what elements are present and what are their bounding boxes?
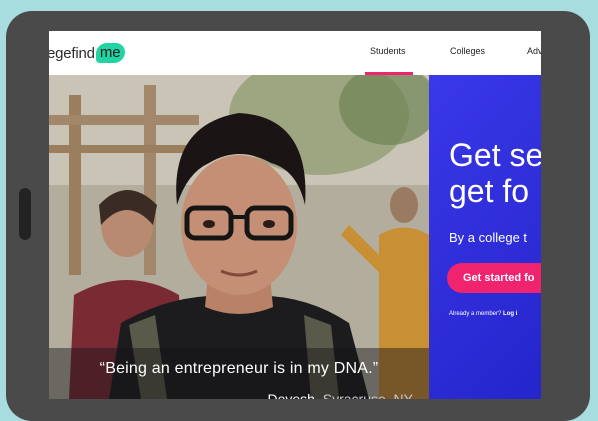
nav-item-students[interactable]: Students (370, 46, 406, 56)
logo-blob: me (95, 43, 125, 63)
member-login-prompt: Already a member? Log i (449, 311, 517, 317)
member-prefix: Already a member? (449, 311, 502, 317)
headline-line-1: Get se (449, 137, 541, 173)
tablet-screen: egefind me Students Colleges Adv “Being … (49, 31, 541, 399)
testimonial-quote: “Being an entrepreneur is in my DNA.” (99, 360, 379, 377)
nav-item-colleges[interactable]: Colleges (450, 46, 485, 56)
hero-photo: “Being an entrepreneur is in my DNA.” De… (49, 75, 429, 399)
site-logo[interactable]: egefind me (49, 42, 125, 64)
panel-headline: Get se get fo (449, 137, 541, 209)
headline-line-2: get fo (449, 173, 530, 209)
get-started-button[interactable]: Get started fo (447, 263, 541, 293)
testimonial-place: Syracruse, NY (322, 391, 413, 399)
logo-text: egefind (49, 44, 95, 62)
tablet-side-button (19, 188, 31, 240)
login-link[interactable]: Log i (503, 311, 517, 317)
signup-panel: Get se get fo By a college t Get started… (429, 75, 541, 399)
testimonial-attribution: Devesh, Syracruse, NY (268, 391, 414, 399)
top-nav: egefind me Students Colleges Adv (49, 31, 541, 75)
panel-tagline: By a college t (449, 230, 528, 245)
testimonial-name: Devesh, (267, 391, 319, 399)
nav-item-advisors[interactable]: Adv (527, 46, 541, 56)
